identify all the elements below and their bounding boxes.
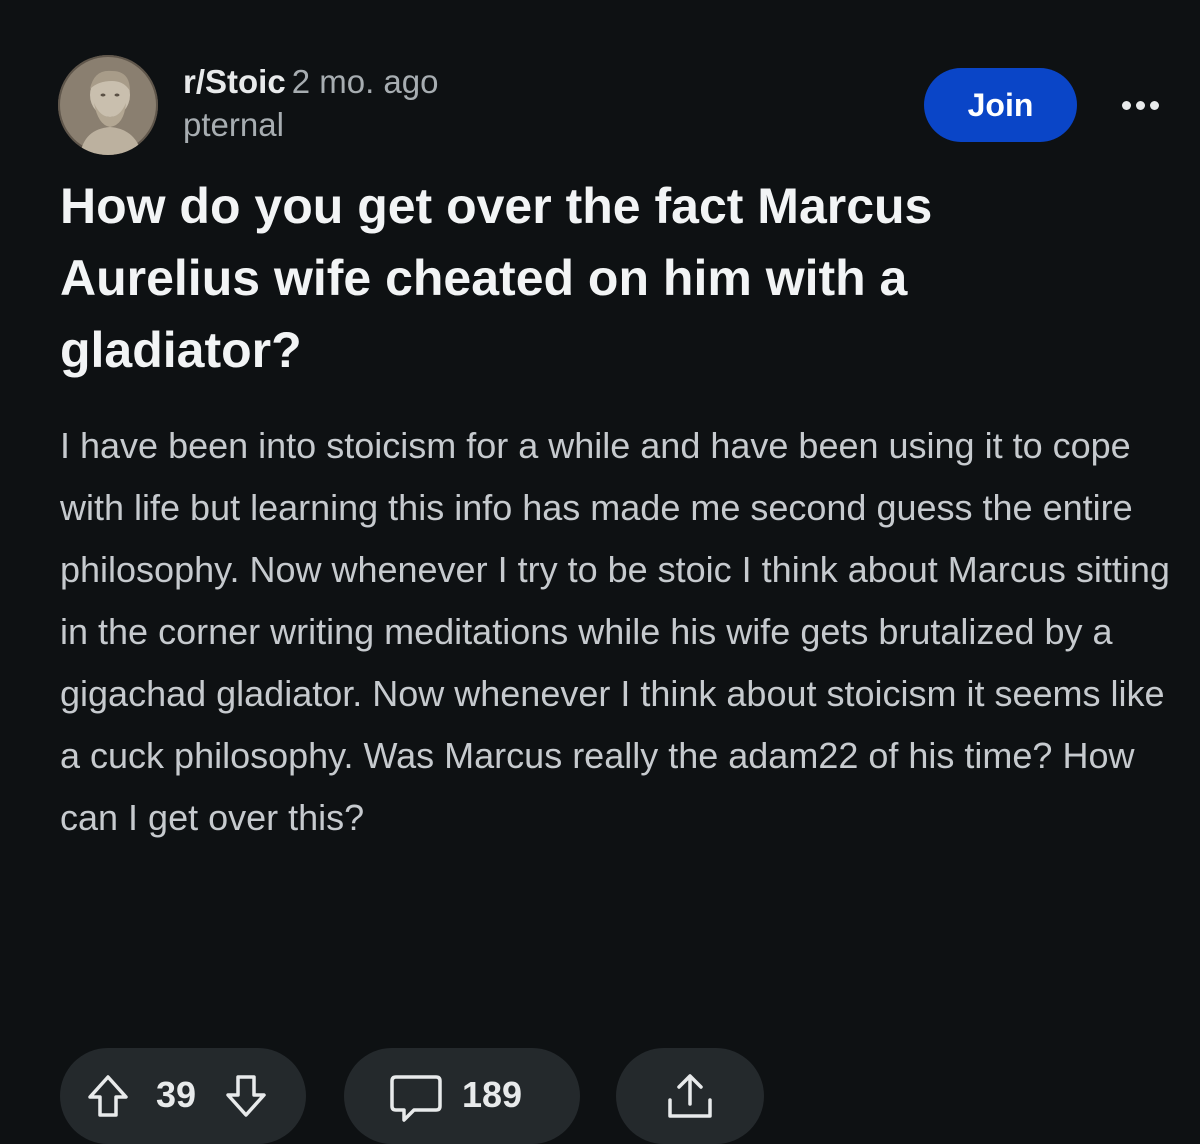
post-meta: r/Stoic 2 mo. ago pternal: [183, 61, 438, 147]
share-icon: [662, 1070, 718, 1127]
post-author[interactable]: pternal: [183, 103, 438, 147]
share-button[interactable]: [616, 1048, 764, 1144]
comments-button[interactable]: 189: [344, 1048, 580, 1144]
post-header: r/Stoic 2 mo. ago pternal Join: [58, 55, 1160, 155]
post-title[interactable]: How do you get over the fact Marcus Aure…: [60, 170, 1140, 386]
vote-bar: 39: [60, 1048, 306, 1144]
more-options-icon[interactable]: [1110, 85, 1170, 125]
post-body: I have been into stoicism for a while an…: [60, 425, 1170, 838]
more-dot: [1135, 100, 1145, 110]
downvote-arrow-icon[interactable]: [222, 1072, 270, 1125]
comment-bubble-icon: [388, 1072, 444, 1129]
marcus-aurelius-bust-icon: [58, 55, 158, 155]
join-button[interactable]: Join: [924, 68, 1077, 142]
subreddit-avatar[interactable]: [58, 55, 158, 155]
more-dot: [1121, 100, 1131, 110]
more-dot: [1149, 100, 1159, 110]
subreddit-name[interactable]: r/Stoic: [183, 63, 286, 100]
comment-count: 189: [462, 1074, 523, 1115]
upvote-count: 39: [156, 1074, 197, 1115]
upvote-arrow-icon[interactable]: [84, 1072, 132, 1125]
post-time: 2 mo. ago: [291, 63, 439, 100]
